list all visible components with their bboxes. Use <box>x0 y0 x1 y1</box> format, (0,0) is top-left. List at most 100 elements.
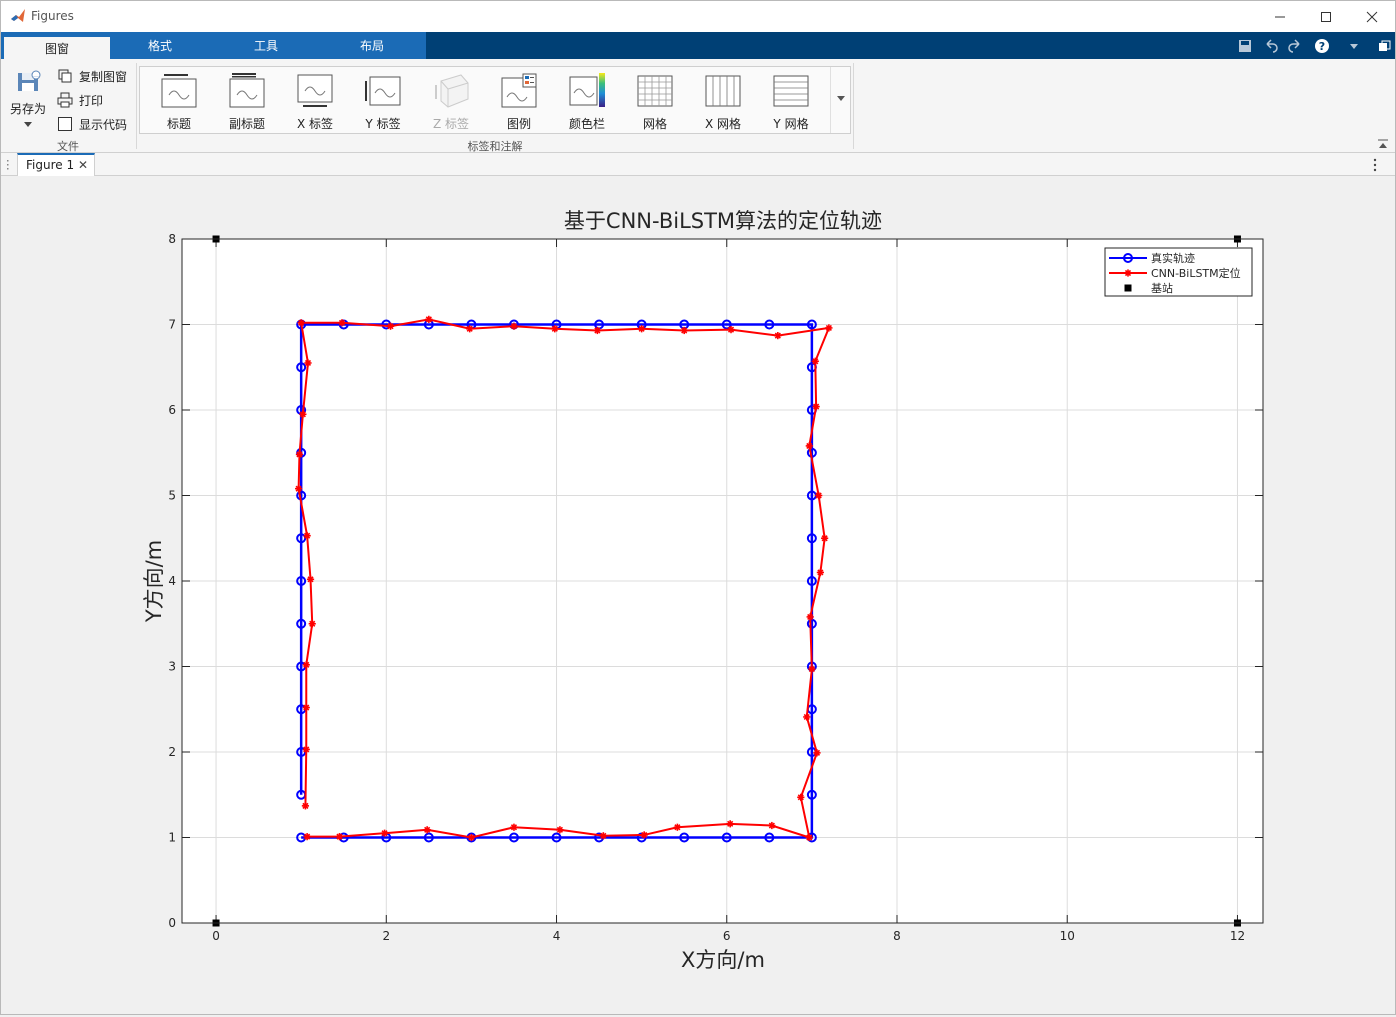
figure-canvas[interactable]: 0 2 4 6 8 10 12 0 1 2 3 4 5 6 7 8 基于CNN-BiLSTM算法的定位轨迹 X… <box>1 177 1395 1014</box>
more-options-icon[interactable] <box>1373 158 1377 172</box>
subtitle-button[interactable]: 副标题 <box>214 69 280 131</box>
minimize-button[interactable] <box>1257 1 1303 32</box>
chart-legend[interactable]: 真实轨迹CNN-BiLSTM定位基站 <box>1104 247 1253 297</box>
collapse-ribbon-icon[interactable] <box>1377 139 1389 149</box>
x-tick-label: 0 <box>212 929 220 943</box>
copy-figure-button[interactable]: 复制图窗 <box>57 66 127 86</box>
copy-figure-label: 复制图窗 <box>79 69 128 84</box>
asterisk-marker <box>295 450 304 459</box>
title-button[interactable]: 标题 <box>146 69 212 131</box>
save-as-button[interactable]: … 另存为 <box>7 67 49 131</box>
xgrid-icon <box>705 75 741 107</box>
ygrid-icon <box>773 75 809 107</box>
asterisk-marker <box>556 826 564 834</box>
asterisk-marker <box>726 820 734 828</box>
undo-icon[interactable] <box>1262 38 1280 54</box>
chevron-down-icon <box>24 122 32 127</box>
labels-gallery: 标题 副标题 X 标签 Y 标签 Z 标签 图例 颜色栏 网格 X 网格 Y 网… <box>139 66 851 134</box>
asterisk-marker <box>297 319 305 327</box>
group-divider <box>853 63 854 149</box>
zlabel-label: Z 标签 <box>432 117 470 131</box>
save-as-icon: … <box>18 70 41 91</box>
ygrid-button[interactable]: Y 网格 <box>758 69 824 131</box>
xlabel-button[interactable]: X 标签 <box>282 69 348 131</box>
document-tab-bar: Figure 1 ✕ <box>1 153 1395 176</box>
x-tick-label: 2 <box>382 929 390 943</box>
y-tick-label: 7 <box>168 318 176 332</box>
tab-tools[interactable]: 工具 <box>213 34 319 59</box>
asterisk-marker <box>640 831 648 839</box>
y-tick-label: 8 <box>168 232 176 246</box>
drag-handle-icon[interactable] <box>6 159 12 171</box>
asterisk-marker <box>805 833 813 842</box>
gallery-expand-button[interactable] <box>830 67 850 133</box>
asterisk-marker <box>811 357 819 365</box>
print-button[interactable]: 打印 <box>57 90 103 110</box>
legend-entry: 真实轨迹 <box>1151 251 1195 265</box>
zlabel-icon <box>435 74 469 108</box>
save-as-label: 另存为 <box>9 102 46 116</box>
asterisk-marker <box>308 620 316 628</box>
asterisk-marker <box>599 832 607 840</box>
y-tick-label: 1 <box>168 831 176 845</box>
window-title: Figures <box>31 9 74 23</box>
grid-button[interactable]: 网格 <box>622 69 688 131</box>
asterisk-marker <box>551 325 559 333</box>
ygrid-label: Y 网格 <box>773 117 809 131</box>
maximize-icon <box>1321 11 1331 22</box>
asterisk-marker <box>812 402 820 411</box>
x-tick-label: 12 <box>1230 929 1245 943</box>
title-bar: Figures <box>1 1 1395 32</box>
xlabel-icon <box>297 74 333 107</box>
xlabel-label: X 标签 <box>296 117 334 131</box>
svg-text:?: ? <box>1319 40 1325 53</box>
title-icon <box>161 74 197 108</box>
asterisk-marker <box>825 324 833 332</box>
asterisk-marker <box>338 319 346 327</box>
save-icon[interactable] <box>1236 38 1254 54</box>
close-button[interactable] <box>1349 1 1395 32</box>
y-tick-label: 6 <box>168 403 176 417</box>
show-code-label: 显示代码 <box>79 117 128 132</box>
subtitle-icon <box>229 73 265 108</box>
xgrid-button[interactable]: X 网格 <box>690 69 756 131</box>
colorbar-label: 颜色栏 <box>568 117 605 131</box>
colorbar-icon <box>569 73 605 107</box>
redo-icon[interactable] <box>1286 38 1304 54</box>
asterisk-marker <box>303 833 311 841</box>
tab-figure-1[interactable]: Figure 1 ✕ <box>17 153 95 176</box>
chevron-down-icon[interactable] <box>1345 38 1363 54</box>
undock-icon[interactable] <box>1375 38 1393 54</box>
figures-window: Figures 图窗 格式 工具 布局 ? … 另存为 复制图窗 打印 显示代码… <box>0 0 1396 1015</box>
ylabel-button[interactable]: Y 标签 <box>350 69 416 131</box>
xgrid-label: X 网格 <box>704 117 742 131</box>
help-icon[interactable]: ? <box>1313 38 1331 54</box>
tab-format[interactable]: 格式 <box>107 34 213 59</box>
close-tab-icon[interactable]: ✕ <box>78 155 88 175</box>
asterisk-marker <box>638 325 646 333</box>
y-tick-label: 2 <box>168 745 176 759</box>
y-tick-label: 4 <box>168 574 176 588</box>
asterisk-marker <box>467 833 476 842</box>
x-tick-label: 10 <box>1060 929 1075 943</box>
maximize-button[interactable] <box>1303 1 1349 32</box>
asterisk-marker <box>806 613 814 621</box>
legend-label: 图例 <box>506 117 531 131</box>
tab-layout[interactable]: 布局 <box>319 34 425 59</box>
trajectory-chart: 0 2 4 6 8 10 12012345678 基于CNN-BiLSTM算法的定位轨迹 X… <box>142 209 1264 972</box>
show-code-checkbox[interactable]: 显示代码 <box>57 114 127 134</box>
square-marker <box>1124 284 1132 292</box>
asterisk-marker <box>299 410 307 418</box>
asterisk-marker <box>593 326 601 335</box>
x-tick-label: 6 <box>723 929 731 943</box>
y-tick-label: 3 <box>168 660 176 674</box>
legend-button[interactable]: 图例 <box>486 69 552 131</box>
file-group-label: 文件 <box>57 140 79 153</box>
asterisk-marker <box>797 793 805 801</box>
grid-label: 网格 <box>642 117 667 131</box>
matlab-logo-icon <box>11 9 25 22</box>
asterisk-marker <box>803 713 811 721</box>
title-label: 标题 <box>166 117 191 131</box>
colorbar-button[interactable]: 颜色栏 <box>554 69 620 131</box>
tab-figure[interactable]: 图窗 <box>4 35 110 61</box>
